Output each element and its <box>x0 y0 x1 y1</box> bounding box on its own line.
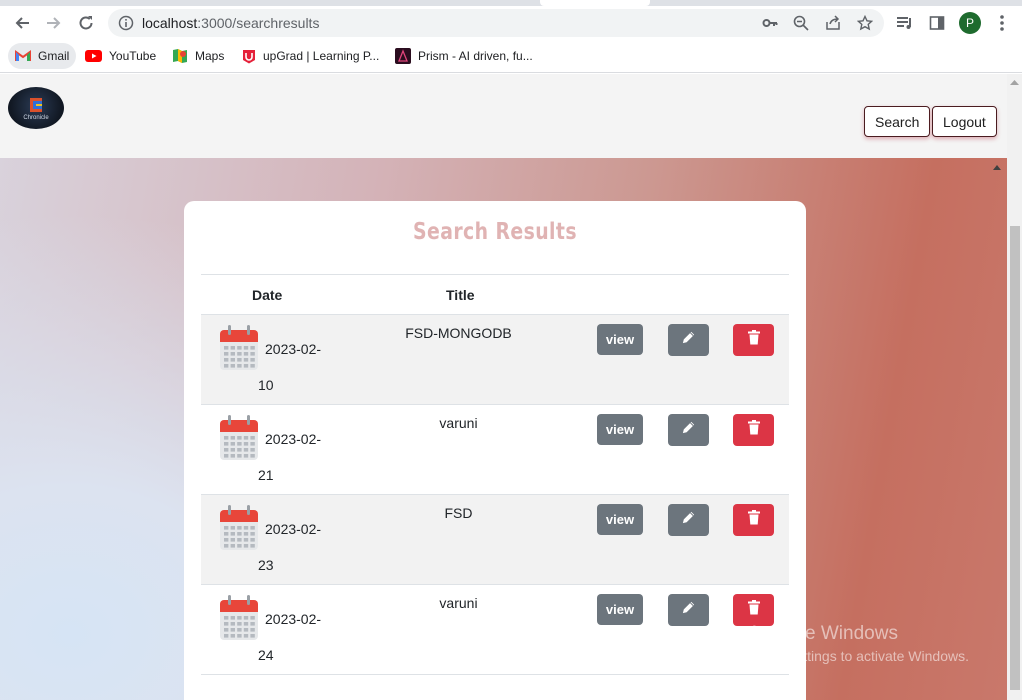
bookmark-label: Maps <box>195 49 225 63</box>
pencil-icon <box>681 510 696 530</box>
bookmark-prism[interactable]: Prism - AI driven, fu... <box>388 43 540 69</box>
maps-icon <box>172 48 188 64</box>
bookmark-label: upGrad | Learning P... <box>263 49 380 63</box>
share-icon[interactable] <box>824 14 842 32</box>
bookmark-star-icon[interactable] <box>856 14 874 32</box>
table-row: 2023-02- 24 varuni view <box>201 585 789 675</box>
media-queue-icon[interactable] <box>894 12 916 34</box>
url-host: localhost <box>142 15 198 31</box>
site-info-icon[interactable] <box>118 15 134 36</box>
delete-button[interactable] <box>733 504 774 536</box>
zoom-out-icon[interactable] <box>792 14 810 32</box>
title-column-header: Title <box>446 287 475 303</box>
view-button[interactable]: view <box>597 324 643 355</box>
table-row: 2023-02- 23 FSD view <box>201 495 789 585</box>
address-bar[interactable]: localhost:3000/searchresults <box>108 9 884 37</box>
view-button[interactable]: view <box>597 594 643 625</box>
edit-button[interactable] <box>668 504 709 536</box>
card-title: Search Results <box>413 219 577 245</box>
results-table: Date Title 2023-02- 10 FSD-MONGODB view 2023… <box>201 274 789 675</box>
scroll-up-icon[interactable] <box>1010 79 1019 85</box>
trash-icon <box>747 510 760 530</box>
bookmark-maps[interactable]: Maps <box>165 43 231 69</box>
side-panel-icon[interactable] <box>926 12 948 34</box>
delete-button[interactable] <box>733 324 774 356</box>
bookmark-label: Gmail <box>38 49 70 63</box>
calendar-icon <box>219 505 259 551</box>
profile-avatar[interactable]: P <box>959 12 981 34</box>
view-button[interactable]: view <box>597 414 643 445</box>
page-scrollbar[interactable] <box>1007 74 1022 700</box>
entry-date-day: 10 <box>258 377 274 393</box>
entry-title: varuni <box>439 595 478 611</box>
view-button[interactable]: view <box>597 504 643 535</box>
reload-button[interactable] <box>72 9 100 37</box>
gmail-icon <box>15 50 31 62</box>
entry-date-day: 23 <box>258 557 274 573</box>
trash-icon <box>747 420 760 440</box>
bookmark-youtube[interactable]: YouTube <box>78 43 163 69</box>
pencil-icon <box>681 600 696 620</box>
scrollbar-thumb[interactable] <box>1010 226 1020 690</box>
search-results-card: Search Results Date Title 2023-02- 10 FSD-… <box>184 201 806 700</box>
page-viewport: Chronicle Search Logout Search Results D… <box>0 74 1007 700</box>
date-column-header: Date <box>252 287 283 303</box>
bookmarks-bar: Gmail YouTube Maps upGrad | Learning P..… <box>0 40 1022 73</box>
search-button[interactable]: Search <box>864 106 931 137</box>
pencil-icon <box>681 330 696 350</box>
pencil-icon <box>681 420 696 440</box>
trash-icon <box>747 330 760 350</box>
calendar-icon <box>219 325 259 371</box>
entry-title: varuni <box>439 415 478 431</box>
upgrad-icon <box>242 49 256 64</box>
table-body: 2023-02- 10 FSD-MONGODB view 2023-02- 21 varun… <box>201 315 789 675</box>
trash-icon <box>747 600 760 620</box>
forward-arrow-icon <box>47 17 61 29</box>
key-icon[interactable] <box>761 14 779 32</box>
chronicle-logo[interactable]: Chronicle <box>8 87 64 129</box>
url-text: localhost:3000/searchresults <box>142 15 319 31</box>
forward-button[interactable] <box>40 9 68 37</box>
calendar-icon <box>219 595 259 641</box>
entry-date: 2023-02- <box>265 611 322 627</box>
bookmark-label: Prism - AI driven, fu... <box>418 49 533 63</box>
entry-title: FSD <box>444 505 473 521</box>
entry-date-day: 24 <box>258 647 274 663</box>
menu-dots-icon[interactable] <box>991 12 1013 34</box>
delete-button[interactable] <box>733 414 774 446</box>
back-arrow-icon <box>15 17 29 29</box>
url-path: :3000/searchresults <box>197 15 320 31</box>
bookmark-upgrad[interactable]: upGrad | Learning P... <box>235 43 386 69</box>
browser-toolbar: localhost:3000/searchresults P <box>0 6 1022 40</box>
table-row: 2023-02- 10 FSD-MONGODB view <box>201 315 789 405</box>
delete-button[interactable] <box>733 594 774 626</box>
table-row: 2023-02- 21 varuni view <box>201 405 789 495</box>
entry-date-day: 21 <box>258 467 274 483</box>
back-button[interactable] <box>8 9 36 37</box>
table-header: Date Title <box>201 275 789 315</box>
entry-date: 2023-02- <box>265 431 322 447</box>
edit-button[interactable] <box>668 324 709 356</box>
youtube-icon <box>85 50 102 62</box>
calendar-icon <box>219 415 259 461</box>
entry-title: FSD-MONGODB <box>405 325 512 341</box>
bookmark-gmail[interactable]: Gmail <box>8 43 77 69</box>
entry-date: 2023-02- <box>265 521 322 537</box>
logo-text: Chronicle <box>23 114 49 121</box>
app-navbar: Chronicle Search Logout <box>0 74 1007 158</box>
bookmark-label: YouTube <box>109 49 157 63</box>
edit-button[interactable] <box>668 414 709 446</box>
reload-icon <box>79 16 93 30</box>
logo-mark-icon <box>30 97 42 112</box>
logout-button[interactable]: Logout <box>932 106 997 137</box>
inner-scroll-up-icon[interactable] <box>992 163 1002 171</box>
prism-icon <box>395 48 411 64</box>
entry-date: 2023-02- <box>265 341 322 357</box>
edit-button[interactable] <box>668 594 709 626</box>
